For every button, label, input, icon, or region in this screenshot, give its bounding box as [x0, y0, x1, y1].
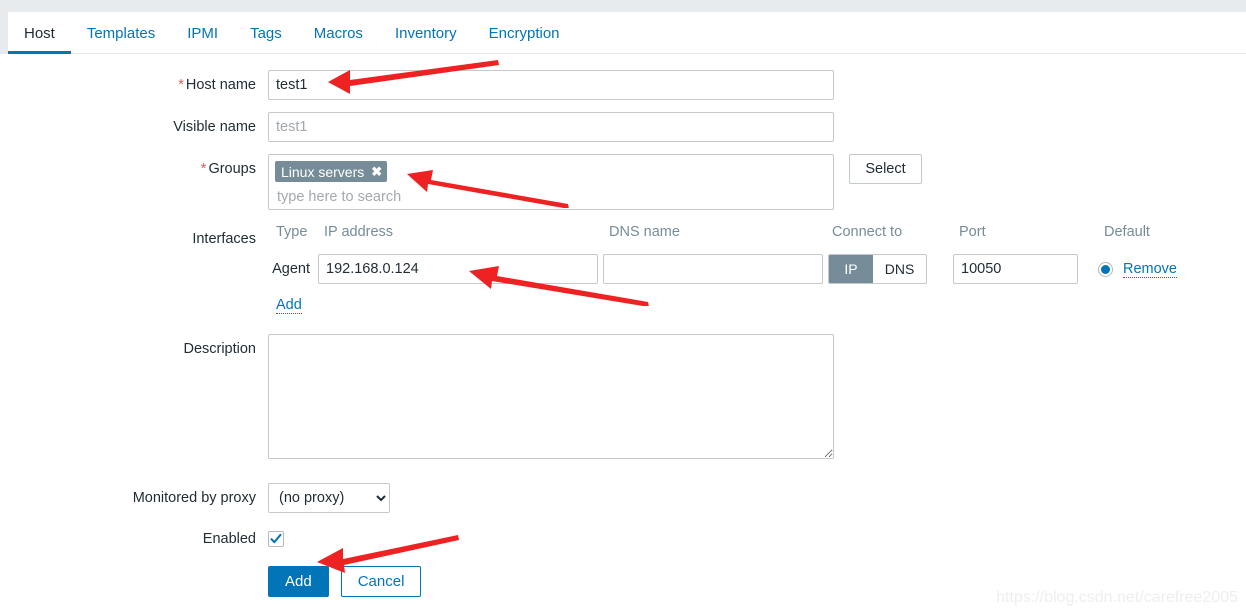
tab-ipmi[interactable]: IPMI: [171, 12, 234, 54]
field-row-interfaces: Interfaces Type IP address DNS name Conn…: [0, 224, 1218, 314]
column-header-ip-address: IP address: [324, 224, 394, 240]
connect-to-option-dns[interactable]: DNS: [873, 255, 926, 283]
tab-encryption-label: Encryption: [488, 24, 560, 42]
tab-macros[interactable]: Macros: [298, 12, 379, 54]
column-header-default: Default: [1104, 224, 1150, 240]
window-left-chrome: [0, 12, 8, 54]
interface-dns-cell: [603, 254, 828, 284]
visible-name-input[interactable]: [268, 112, 834, 142]
groups-chip-label: Linux servers: [281, 163, 365, 180]
visible-name-label: Visible name: [173, 119, 256, 135]
watermark: https://blog.csdn.net/carefree2005: [996, 589, 1238, 606]
column-header-connect-to: Connect to: [832, 224, 903, 240]
field-row-proxy: Monitored by proxy (no proxy): [0, 483, 390, 513]
tab-inventory-label: Inventory: [394, 24, 457, 42]
interfaces-table: Type IP address DNS name Connect to Port…: [268, 224, 1218, 314]
interface-dns-input[interactable]: [603, 254, 823, 284]
groups-label-text: Groups: [208, 161, 256, 177]
tab-templates[interactable]: Templates: [71, 12, 171, 54]
interface-port-cell: [953, 254, 1098, 284]
checkmark-icon: [270, 533, 282, 544]
interface-ip-input[interactable]: [318, 254, 598, 284]
interfaces-header-row: Type IP address DNS name Connect to Port…: [268, 224, 1218, 246]
field-row-enabled: Enabled: [0, 524, 284, 554]
interface-port-input[interactable]: [953, 254, 1078, 284]
close-icon[interactable]: ✖: [371, 165, 382, 178]
groups-multiselect[interactable]: Linux servers ✖ type here to search: [268, 154, 834, 210]
column-header-port: Port: [959, 224, 986, 240]
zabbix-host-configuration-form: Host Templates IPMI Tags Macros Inventor…: [0, 0, 1246, 611]
enabled-checkbox[interactable]: [268, 531, 284, 547]
interface-ip-cell: [318, 254, 603, 284]
table-row: Agent IP DNS: [268, 254, 1218, 284]
default-interface-radio[interactable]: [1098, 261, 1113, 277]
interface-default-cell: Remove: [1098, 261, 1218, 278]
proxy-select[interactable]: (no proxy): [268, 483, 390, 513]
tab-inventory[interactable]: Inventory: [379, 12, 473, 54]
tab-ipmi-label: IPMI: [187, 24, 219, 42]
proxy-label: Monitored by proxy: [132, 490, 256, 506]
interface-type-agent: Agent: [272, 261, 310, 277]
add-interface-link[interactable]: Add: [276, 297, 302, 314]
host-name-label: * Host name: [0, 70, 268, 100]
description-label: Description: [183, 341, 256, 357]
host-name-required-marker: *: [178, 77, 184, 93]
interface-connect-to-cell: IP DNS: [828, 254, 953, 284]
groups-chip-linux-servers[interactable]: Linux servers ✖: [275, 161, 388, 182]
tab-tags-label: Tags: [250, 24, 282, 42]
tab-host[interactable]: Host: [8, 12, 71, 54]
interfaces-label: Interfaces: [192, 231, 256, 247]
connect-to-option-ip[interactable]: IP: [829, 255, 873, 283]
field-row-description: Description: [0, 334, 834, 459]
tab-encryption[interactable]: Encryption: [473, 12, 576, 54]
host-name-label-text: Host name: [185, 77, 256, 93]
column-header-dns-name: DNS name: [609, 224, 680, 240]
field-row-host-name: * Host name: [0, 70, 834, 100]
field-row-groups: * Groups Linux servers ✖ type here to sea…: [0, 154, 922, 210]
cancel-button[interactable]: Cancel: [340, 566, 422, 597]
column-header-type: Type: [276, 224, 308, 240]
groups-search-placeholder[interactable]: type here to search: [275, 182, 827, 205]
tab-macros-label: Macros: [313, 24, 363, 42]
window-top-chrome: [0, 0, 1246, 12]
host-name-input[interactable]: [268, 70, 834, 100]
form-actions-row: Add Cancel: [0, 566, 422, 597]
description-textarea[interactable]: [268, 334, 834, 459]
tab-tags[interactable]: Tags: [234, 12, 298, 54]
field-row-visible-name: Visible name: [0, 112, 834, 142]
add-interface-row: Add: [268, 296, 1218, 314]
remove-interface-link[interactable]: Remove: [1123, 261, 1177, 278]
add-button[interactable]: Add: [268, 566, 329, 597]
tab-templates-label: Templates: [86, 24, 156, 42]
connect-to-toggle[interactable]: IP DNS: [828, 254, 927, 284]
radio-dot-icon: [1101, 264, 1110, 274]
enabled-label: Enabled: [202, 531, 256, 547]
groups-select-button[interactable]: Select: [849, 154, 922, 184]
groups-label: * Groups: [0, 154, 268, 184]
tab-host-label: Host: [24, 24, 55, 42]
groups-required-marker: *: [200, 161, 207, 177]
tab-list: Host Templates IPMI Tags Macros Inventor…: [8, 12, 576, 54]
